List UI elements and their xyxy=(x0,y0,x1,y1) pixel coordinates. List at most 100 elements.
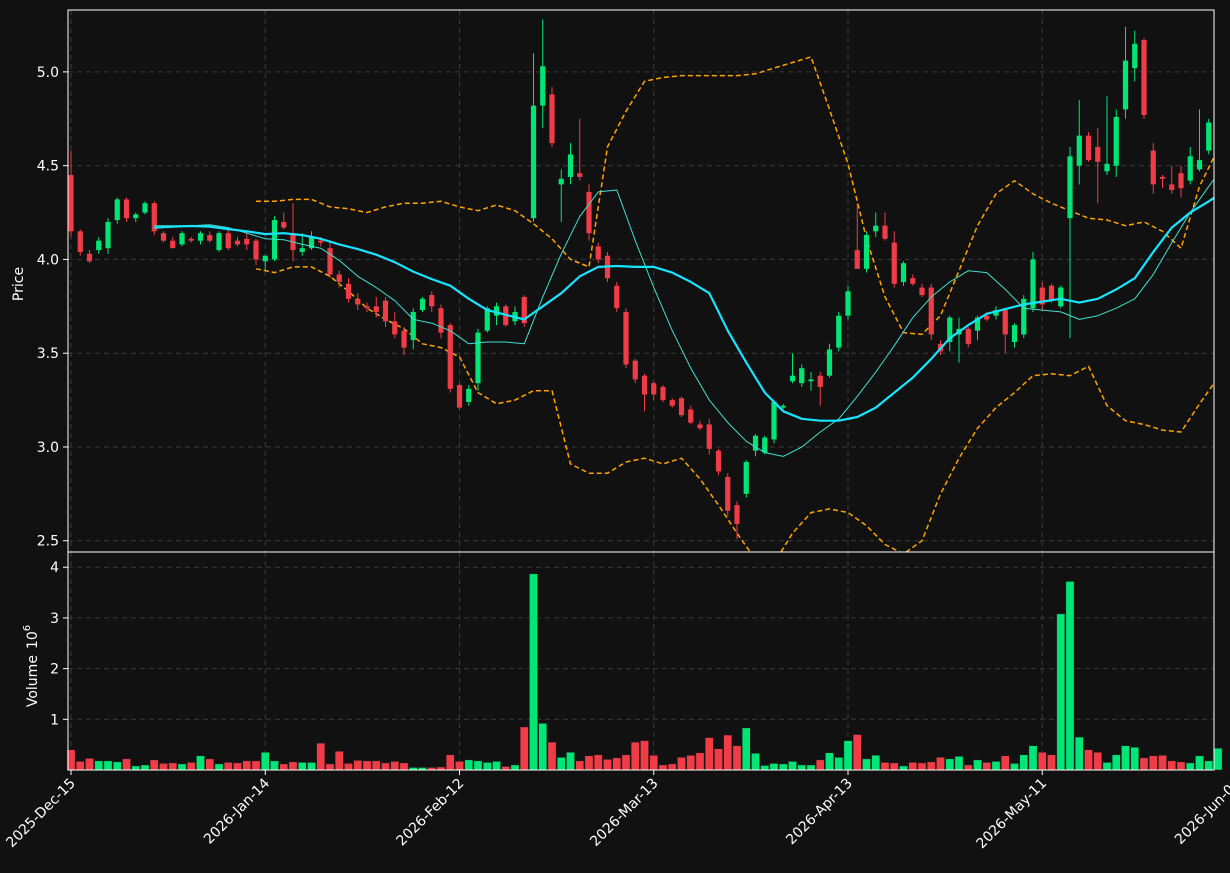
candle-body xyxy=(965,328,971,344)
candle-body xyxy=(68,175,74,232)
candle-body xyxy=(678,398,685,416)
volume-axis-label-text: Volume xyxy=(25,655,41,707)
candle-body xyxy=(1178,173,1184,189)
volume-bar xyxy=(880,762,890,771)
candle-body xyxy=(327,248,333,275)
volume-bar xyxy=(936,757,945,771)
candle-body xyxy=(567,154,574,177)
candle-body xyxy=(466,388,472,402)
volume-bar xyxy=(122,758,131,771)
candle-body xyxy=(882,225,888,239)
candle-body xyxy=(808,379,814,382)
volume-bar xyxy=(362,760,372,771)
volume-bar xyxy=(621,754,631,771)
volume-bar xyxy=(732,745,742,771)
candle-body xyxy=(160,233,167,241)
candle-body xyxy=(188,238,194,241)
candle-body xyxy=(419,298,426,311)
volume-bar xyxy=(815,759,825,771)
price-y-tick-label: 5.0 xyxy=(37,65,59,81)
candle-body xyxy=(1011,325,1018,342)
volume-bar xyxy=(1195,755,1204,771)
volume-bar xyxy=(538,723,548,771)
candle-body xyxy=(577,173,583,177)
volume-bar xyxy=(593,754,603,771)
candle-body xyxy=(891,242,897,284)
volume-bar xyxy=(1121,745,1130,771)
volume-bar xyxy=(482,762,492,771)
candle-body xyxy=(133,214,139,219)
candle-body xyxy=(96,240,102,251)
volume-bar xyxy=(686,755,696,771)
price-y-tick-label: 3.0 xyxy=(37,440,59,456)
candle-body xyxy=(1141,40,1147,116)
volume-bar xyxy=(1148,755,1158,771)
volume-bar xyxy=(973,759,982,771)
candle-body xyxy=(216,233,222,251)
candle-body xyxy=(530,105,537,219)
volume-bar xyxy=(390,761,400,771)
candle-body xyxy=(1159,176,1166,179)
volume-bar xyxy=(381,762,390,771)
volume-bar xyxy=(908,762,918,771)
volume-bar xyxy=(778,763,788,771)
volume-bar xyxy=(714,748,723,771)
price-y-tick-label: 3.5 xyxy=(37,346,59,362)
candle-body xyxy=(392,321,398,335)
volume-bar xyxy=(223,762,233,771)
volume-bar xyxy=(455,761,464,771)
volume-bar xyxy=(233,762,242,771)
volume-bar xyxy=(1010,763,1019,771)
price-axis-label: Price xyxy=(11,267,27,301)
volume-bar xyxy=(1000,755,1010,771)
candle-body xyxy=(438,308,444,333)
volume-bar xyxy=(667,763,677,771)
volume-bar xyxy=(991,761,1001,771)
volume-bar xyxy=(1037,752,1047,771)
volume-bar xyxy=(677,757,686,771)
volume-y-tick-label: 3 xyxy=(50,611,59,627)
volume-bar xyxy=(140,764,150,771)
volume-bar xyxy=(279,763,289,771)
volume-bar xyxy=(1074,736,1084,771)
volume-bar xyxy=(205,758,215,771)
volume-bar xyxy=(1139,757,1149,771)
volume-bar xyxy=(94,760,104,771)
price-y-tick-label: 4.5 xyxy=(37,159,59,175)
candle-body xyxy=(734,505,740,524)
candle-body xyxy=(456,385,463,408)
volume-y-tick-label: 1 xyxy=(50,712,59,728)
candle-body xyxy=(984,315,990,320)
volume-bar xyxy=(1111,754,1121,771)
candle-body xyxy=(910,278,916,284)
candle-body xyxy=(382,300,389,322)
volume-bar xyxy=(112,761,122,771)
volume-bar xyxy=(344,763,353,771)
candle-body xyxy=(1113,116,1119,166)
volume-bar xyxy=(1093,752,1103,771)
volume-bar xyxy=(519,726,529,771)
candle-body xyxy=(1048,285,1055,301)
volume-bar xyxy=(371,760,381,771)
candle-body xyxy=(789,375,796,382)
candle-body xyxy=(771,401,777,440)
volume-bar xyxy=(963,764,973,771)
volume-bar xyxy=(704,737,714,771)
candle-body xyxy=(207,235,213,241)
price-y-tick-label: 2.5 xyxy=(37,534,59,550)
volume-bar xyxy=(1019,754,1029,771)
candle-body xyxy=(799,368,805,384)
candle-body xyxy=(364,306,370,309)
candle-body xyxy=(281,221,287,228)
candle-body xyxy=(826,349,833,376)
candle-body xyxy=(715,450,722,472)
candle-body xyxy=(429,295,435,307)
volume-bar xyxy=(75,761,85,771)
volume-bar xyxy=(834,757,844,771)
candle-body xyxy=(660,386,666,401)
volume-bar xyxy=(575,760,585,771)
volume-bar xyxy=(630,741,640,771)
volume-bar xyxy=(159,763,168,771)
candle-body xyxy=(345,283,352,299)
candle-body xyxy=(1067,156,1073,219)
